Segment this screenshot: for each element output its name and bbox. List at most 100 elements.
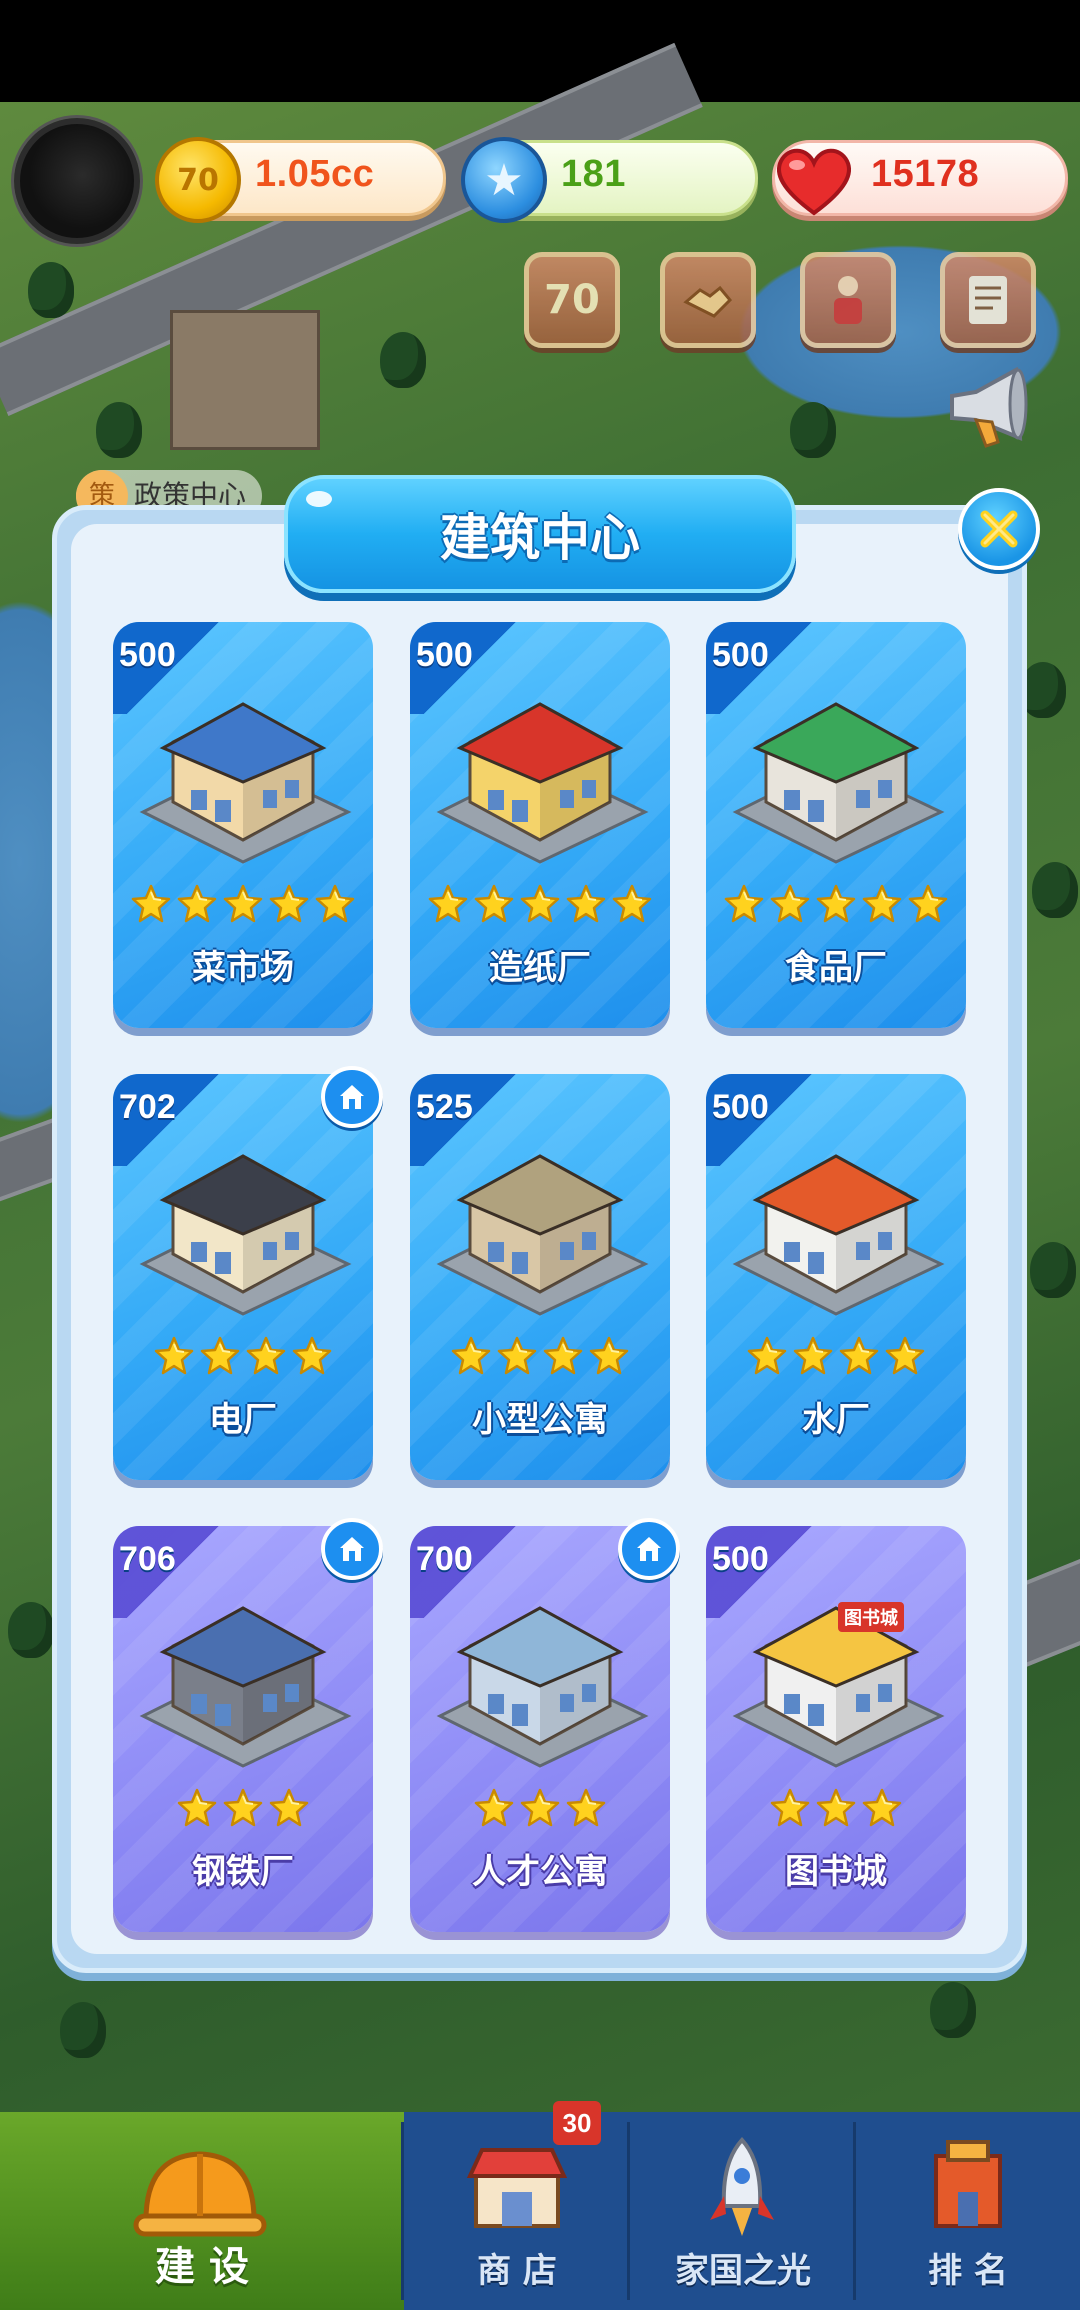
water-plant-icon (732, 1154, 945, 1316)
anniversary-70-icon: 70 (544, 277, 600, 323)
coin-icon: 70 (155, 137, 241, 223)
ranking-building-icon (934, 2140, 1002, 2228)
star-icon (793, 1336, 833, 1375)
building-card[interactable]: 500 食品厂 (706, 622, 966, 1028)
star-icon (223, 1788, 263, 1827)
tree (930, 1982, 976, 2038)
star-icon (131, 884, 171, 923)
star-icon (747, 1336, 787, 1375)
heart-icon (776, 148, 852, 216)
star-icon (770, 1788, 810, 1827)
star-icon (520, 884, 560, 923)
anniversary-70-button[interactable]: 70 (524, 252, 620, 348)
star-rating (410, 884, 670, 924)
star-icon (566, 1788, 606, 1827)
star-icon (839, 1336, 879, 1375)
home-badge (321, 1518, 383, 1580)
star-coin-icon: ★ (461, 137, 547, 223)
status-bar (0, 0, 1080, 102)
nav-ranking-label: 排 名 (928, 2251, 1008, 2291)
home-icon (340, 1085, 364, 1109)
building-card[interactable]: 700 人才公寓 (410, 1526, 670, 1932)
hearts-counter[interactable]: 15178 (772, 140, 1068, 216)
building-name: 造纸厂 (489, 948, 591, 988)
tree (60, 2002, 106, 2058)
player-avatar[interactable] (14, 118, 140, 244)
building-name: 小型公寓 (472, 1400, 608, 1440)
building-card[interactable]: 500 造纸厂 (410, 622, 670, 1028)
star-icon (612, 884, 652, 923)
star-icon (520, 1788, 560, 1827)
stars-value: 181 (561, 153, 626, 195)
nav-build[interactable]: 建 设 (0, 2112, 404, 2310)
building-name: 水厂 (802, 1400, 870, 1440)
star-rating (113, 1788, 373, 1828)
power-plant-icon (139, 1154, 352, 1316)
map-building[interactable] (170, 310, 320, 450)
shop-badge: 30 (553, 2101, 601, 2145)
coin-mark: 70 (177, 162, 219, 198)
coins-value: 1.05cc (255, 153, 375, 195)
nav-homeland-light[interactable]: 家国之光 (630, 2112, 856, 2310)
nav-homeland-label: 家国之光 (675, 2251, 811, 2291)
tree (8, 1602, 54, 1658)
close-button[interactable] (958, 488, 1040, 570)
small-apartment-icon (436, 1154, 649, 1316)
rocket-icon (710, 2137, 774, 2236)
star-rating (113, 1336, 373, 1376)
star-icon (885, 1336, 925, 1375)
shop-icon (466, 2148, 568, 2228)
home-badge (618, 1518, 680, 1580)
nav-ranking[interactable]: 排 名 (856, 2112, 1080, 2310)
star-icon (177, 884, 217, 923)
cooperation-button[interactable] (660, 252, 756, 348)
star-icon (177, 1788, 217, 1827)
star-icon (292, 1336, 332, 1375)
star-icon (862, 884, 902, 923)
hard-hat-icon (133, 2151, 267, 2237)
star-rating (410, 1336, 670, 1376)
building-card[interactable]: 706 钢铁厂 (113, 1526, 373, 1932)
building-card[interactable]: 702 电厂 (113, 1074, 373, 1480)
building-card[interactable]: 525 小型公寓 (410, 1074, 670, 1480)
star-rating (706, 1788, 966, 1828)
steel-mill-icon (139, 1606, 352, 1768)
building-name: 钢铁厂 (192, 1852, 294, 1892)
paper-mill-icon (436, 702, 649, 864)
star-icon (908, 884, 948, 923)
star-icon (497, 1336, 537, 1375)
star-icon (862, 1788, 902, 1827)
building-card[interactable]: 500 图书城 图书城 (706, 1526, 966, 1932)
tree (96, 402, 142, 458)
food-factory-icon (732, 702, 945, 864)
book-city-icon (732, 1606, 945, 1768)
tree (1032, 862, 1078, 918)
coins-counter[interactable]: 70 1.05cc (155, 137, 446, 223)
tree (1030, 1242, 1076, 1298)
building-name: 电厂 (209, 1400, 277, 1440)
task-list-button[interactable] (940, 252, 1036, 348)
star-icon (428, 884, 468, 923)
star-icon (724, 884, 764, 923)
hero-button[interactable] (800, 252, 896, 348)
building-card[interactable]: 500 水厂 (706, 1074, 966, 1480)
dialog-title: 建筑中心 (440, 509, 640, 567)
star-icon (474, 884, 514, 923)
tree (790, 402, 836, 458)
building-name: 菜市场 (192, 948, 294, 988)
bottom-nav: 建 设 商 店 家国之光 排 名 (0, 2112, 1080, 2310)
star-icon (816, 1788, 856, 1827)
building-sign: 图书城 (838, 1602, 904, 1632)
star-icon (200, 1336, 240, 1375)
hearts-value: 15178 (871, 153, 980, 195)
stars-counter[interactable]: ★ 181 (461, 137, 758, 223)
star-icon (223, 884, 263, 923)
star-icon (566, 884, 606, 923)
tree (28, 262, 74, 318)
star-icon (474, 1788, 514, 1827)
home-icon (340, 1537, 364, 1561)
star-rating (410, 1788, 670, 1828)
star-rating (706, 884, 966, 924)
building-card[interactable]: 500 菜市场 (113, 622, 373, 1028)
announcement-speaker-icon[interactable] (942, 362, 1038, 452)
